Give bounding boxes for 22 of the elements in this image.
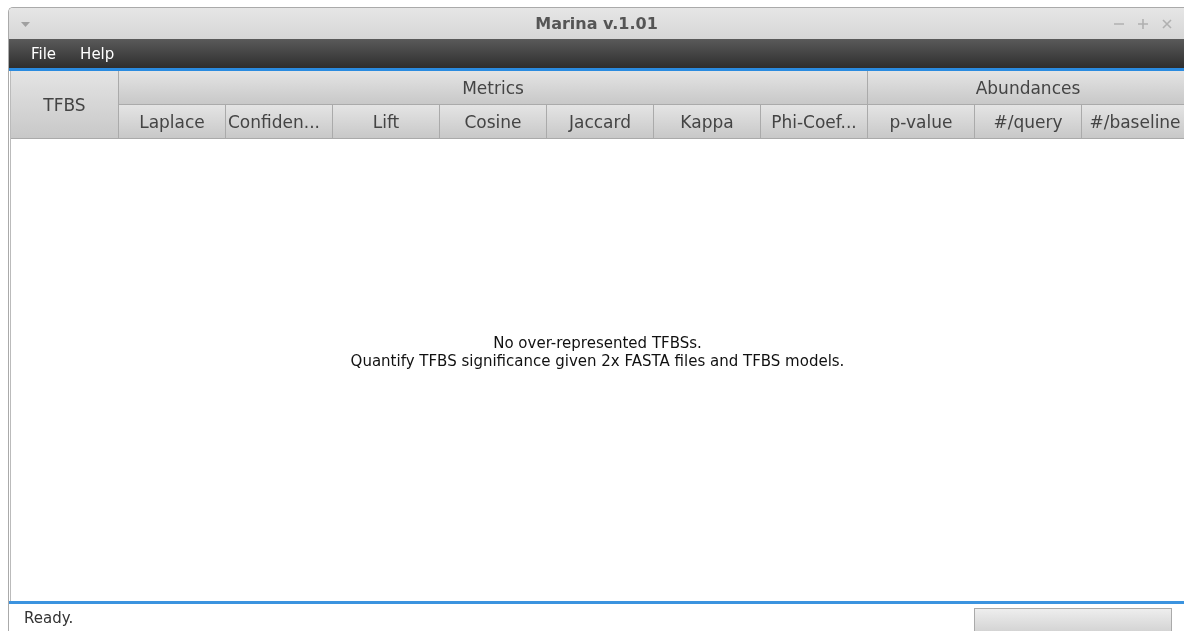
menu-item[interactable]: Help — [68, 44, 121, 63]
empty-message: Quantify TFBS significance given 2x FASTA files and TFBS models. — [350, 352, 845, 370]
column-group-header: Abundances — [868, 71, 1184, 105]
column-header[interactable]: Confiden... — [226, 105, 333, 139]
column-header[interactable]: Jaccard — [547, 105, 654, 139]
menu-item[interactable]: File — [19, 44, 65, 63]
column-header[interactable]: TFBS — [11, 71, 119, 139]
window-title: Marina v.1.01 — [535, 14, 658, 33]
column-header[interactable]: p-value — [868, 105, 975, 139]
column-header[interactable]: Kappa — [654, 105, 761, 139]
close-icon[interactable] — [1162, 19, 1172, 29]
column-group-header: Metrics — [119, 71, 868, 105]
window-menu-icon[interactable] — [21, 22, 30, 27]
empty-message: No over-represented TFBSs. — [493, 334, 702, 352]
column-header[interactable]: #/baseline — [1082, 105, 1184, 139]
column-header[interactable]: Laplace — [119, 105, 226, 139]
column-header[interactable]: #/query — [975, 105, 1082, 139]
status-text: Ready. — [24, 609, 74, 627]
column-header[interactable]: Phi-Coef... — [761, 105, 868, 139]
column-header[interactable]: Cosine — [440, 105, 547, 139]
column-header[interactable]: Lift — [333, 105, 440, 139]
maximize-icon[interactable] — [1138, 19, 1148, 29]
